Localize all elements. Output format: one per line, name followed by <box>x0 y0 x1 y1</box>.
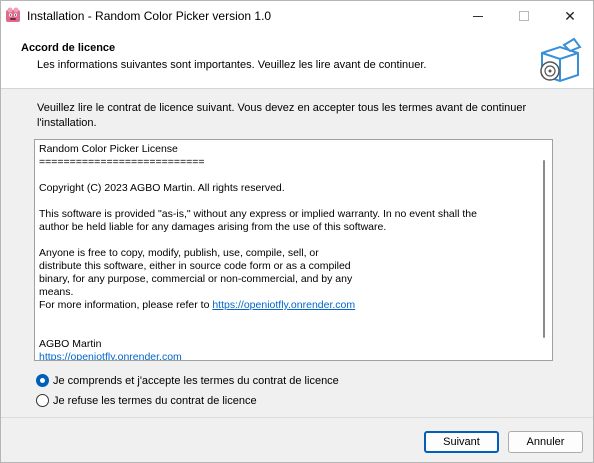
license-line <box>39 234 539 247</box>
cancel-button[interactable]: Annuler <box>508 431 583 453</box>
installer-window: Installation - Random Color Picker versi… <box>0 0 594 463</box>
license-spacer <box>39 312 539 325</box>
license-line <box>39 195 539 208</box>
refuse-radio[interactable] <box>36 394 49 407</box>
refuse-option[interactable]: Je refuse les termes du contrat de licen… <box>36 394 257 407</box>
minimize-button[interactable] <box>455 1 501 31</box>
license-line: Copyright (C) 2023 AGBO Martin. All righ… <box>39 182 285 194</box>
license-line: This software is provided "as-is," witho… <box>39 208 477 220</box>
website-link[interactable]: https://openiotfly.onrender.com <box>212 299 355 311</box>
license-line: For more information, please refer to ht… <box>39 299 539 312</box>
scrollbar-thumb[interactable] <box>543 160 545 338</box>
close-icon: ✕ <box>564 7 576 24</box>
accept-radio[interactable] <box>36 374 49 387</box>
license-text: Random Color Picker License ============… <box>39 143 539 360</box>
page-header: Accord de licence Les informations suiva… <box>1 31 593 89</box>
license-line: Anyone is free to copy, modify, publish,… <box>39 247 319 259</box>
license-line-text: For more information, please refer to <box>39 299 213 311</box>
author-link[interactable]: https://openiotfly.onrender.com <box>39 351 539 360</box>
window-title: Installation - Random Color Picker versi… <box>27 9 272 23</box>
next-button[interactable]: Suivant <box>424 431 499 453</box>
refuse-label[interactable]: Je refuse les termes du contrat de licen… <box>53 395 257 407</box>
license-line: means. <box>39 286 74 298</box>
license-scrollbar[interactable] <box>536 140 552 360</box>
license-line: author be held liable for any damages ar… <box>39 221 387 233</box>
minimize-icon <box>473 15 483 17</box>
license-line: distribute this software, either in sour… <box>39 260 351 272</box>
page-title: Accord de licence <box>21 42 116 54</box>
page-subtitle: Les informations suivantes sont importan… <box>37 59 427 71</box>
license-spacer <box>39 325 539 338</box>
maximize-button[interactable] <box>501 1 547 31</box>
license-text-box[interactable]: Random Color Picker License ============… <box>34 139 553 361</box>
license-line: =========================== <box>39 156 205 168</box>
license-line: Random Color Picker License <box>39 143 178 155</box>
accept-label[interactable]: Je comprends et j'accepte les termes du … <box>53 375 339 387</box>
footer-divider <box>1 417 593 418</box>
license-line: binary, for any purpose, commercial or n… <box>39 273 353 285</box>
title-bar[interactable]: Installation - Random Color Picker versi… <box>1 1 593 31</box>
license-line <box>39 169 539 182</box>
maximize-icon <box>519 11 529 21</box>
installer-icon <box>6 7 20 22</box>
license-author: AGBO Martin <box>39 338 102 350</box>
accept-option[interactable]: Je comprends et j'accepte les termes du … <box>36 374 339 387</box>
instructions-text: Veuillez lire le contrat de licence suiv… <box>37 102 527 129</box>
installer-box-icon <box>540 37 582 83</box>
close-button[interactable]: ✕ <box>547 1 593 31</box>
